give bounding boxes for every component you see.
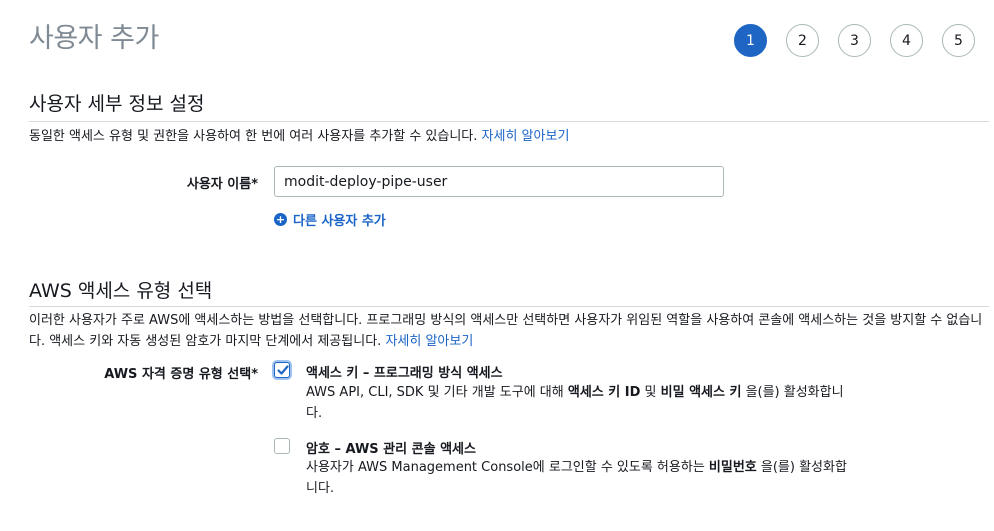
learn-more-link[interactable]: 자세히 알아보기 (385, 334, 473, 349)
password-option-title: 암호 – AWS 관리 콘솔 액세스 (306, 442, 476, 457)
checkmark-icon (277, 365, 289, 375)
password-checkbox[interactable] (274, 438, 290, 454)
section-divider (29, 306, 989, 307)
learn-more-link[interactable]: 자세히 알아보기 (482, 129, 570, 144)
step-1[interactable]: 1 (734, 24, 767, 57)
credential-type-label: AWS 자격 증명 유형 선택* (104, 367, 258, 382)
access-key-option-title: 액세스 키 – 프로그래밍 방식 액세스 (306, 366, 503, 381)
user-details-description: 동일한 액세스 유형 및 권한을 사용하여 한 번에 여러 사용자를 추가할 수… (29, 126, 569, 147)
desc-text: 사용자가 AWS Management Console에 로그인할 수 있도록 … (306, 460, 709, 475)
desc-text: 및 (640, 385, 661, 400)
desc-bold: 비밀 액세스 키 (660, 385, 742, 400)
add-another-user-button[interactable]: + 다른 사용자 추가 (274, 210, 386, 229)
access-type-description: 이러한 사용자가 주로 AWS에 액세스하는 방법을 선택합니다. 프로그래밍 … (29, 310, 989, 352)
desc-text: AWS API, CLI, SDK 및 기타 개발 도구에 대해 (306, 385, 568, 400)
access-key-option-description: AWS API, CLI, SDK 및 기타 개발 도구에 대해 액세스 키 I… (306, 382, 851, 424)
password-option-description: 사용자가 AWS Management Console에 로그인할 수 있도록 … (306, 457, 851, 499)
step-3[interactable]: 3 (838, 24, 871, 57)
step-4[interactable]: 4 (890, 24, 923, 57)
access-type-text: 이러한 사용자가 주로 AWS에 액세스하는 방법을 선택합니다. 프로그래밍 … (29, 313, 983, 349)
username-label: 사용자 이름* (186, 177, 258, 192)
wizard-steps: 1 2 3 4 5 (734, 24, 975, 57)
access-key-checkbox[interactable] (274, 362, 290, 378)
plus-circle-icon: + (274, 213, 287, 226)
desc-bold: 액세스 키 ID (567, 385, 641, 400)
step-2[interactable]: 2 (786, 24, 819, 57)
user-details-title: 사용자 세부 정보 설정 (29, 93, 205, 115)
page-title: 사용자 추가 (29, 23, 159, 54)
add-user-label: 다른 사용자 추가 (293, 214, 386, 229)
section-divider (29, 121, 989, 122)
access-type-title: AWS 액세스 유형 선택 (29, 280, 213, 302)
desc-bold: 비밀번호 (708, 460, 757, 475)
user-details-text: 동일한 액세스 유형 및 권한을 사용하여 한 번에 여러 사용자를 추가할 수… (29, 129, 478, 144)
step-5[interactable]: 5 (942, 24, 975, 57)
username-input[interactable] (274, 166, 724, 197)
